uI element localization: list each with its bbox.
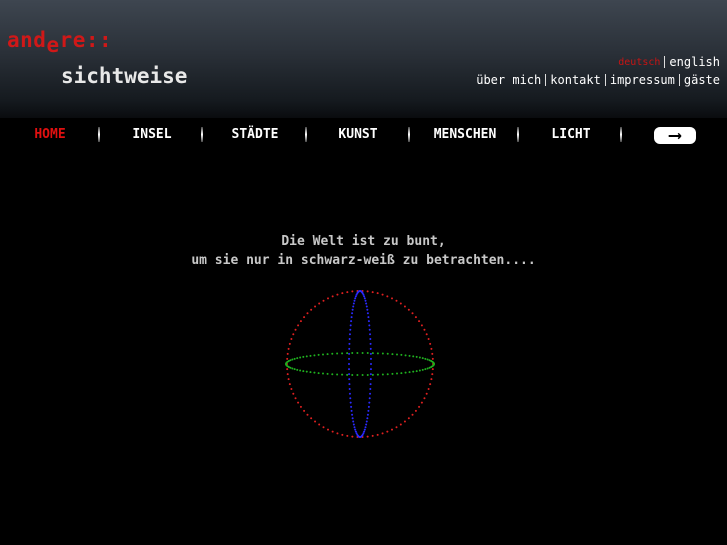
logo-bottom-text[interactable]: sichtweise [61, 64, 187, 88]
divider [678, 74, 680, 86]
globe-meridian-ring [348, 290, 372, 438]
quote-text: Die Welt ist zu bunt, um sie nur in schw… [0, 232, 727, 270]
quote-line-1: Die Welt ist zu bunt, [281, 234, 446, 249]
language-switcher: deutsch english [618, 55, 720, 69]
divider [545, 74, 547, 86]
divider [604, 74, 606, 86]
nav-item-insel[interactable]: INSEL [132, 127, 171, 142]
link-kontakt[interactable]: kontakt [550, 73, 601, 87]
next-button[interactable]: ⟶ [654, 125, 696, 146]
logo-top-text[interactable]: andere:: [7, 28, 113, 57]
lang-deutsch-link[interactable]: deutsch [618, 57, 660, 68]
globe-graphic [285, 290, 435, 438]
nav-divider [408, 127, 410, 142]
logo-text-subscript: e [46, 33, 60, 57]
nav-divider [305, 127, 307, 142]
logo-text-part2: re:: [59, 28, 113, 52]
nav-item-kunst[interactable]: KUNST [338, 127, 377, 142]
link-gaeste[interactable]: gäste [684, 73, 720, 87]
lang-english-link[interactable]: english [669, 55, 720, 69]
globe-outline-ring [286, 290, 434, 438]
nav-item-staedte[interactable]: STÄDTE [232, 127, 279, 142]
right-arrow-icon: ⟶ [669, 125, 681, 146]
logo-text-part1: and [7, 28, 47, 52]
link-impressum[interactable]: impressum [610, 73, 675, 87]
nav-item-menschen[interactable]: MENSCHEN [434, 127, 497, 142]
nav-divider [201, 127, 203, 142]
nav-divider [517, 127, 519, 142]
globe-dots [285, 290, 435, 438]
nav-divider [620, 127, 622, 142]
quote-line-2: um sie nur in schwarz-weiß zu betrachten… [191, 253, 536, 268]
nav-item-licht[interactable]: LICHT [551, 127, 590, 142]
top-links: über mich kontakt impressum gäste [476, 73, 720, 87]
globe-equator-ring [285, 352, 435, 376]
site-header: andere:: sichtweise deutsch english über… [0, 0, 727, 118]
link-ueber-mich[interactable]: über mich [476, 73, 541, 87]
nav-item-home[interactable]: HOME [34, 127, 65, 142]
divider [664, 56, 666, 68]
nav-divider [98, 127, 100, 142]
main-nav: HOME INSEL STÄDTE KUNST MENSCHEN LICHT [0, 118, 727, 152]
